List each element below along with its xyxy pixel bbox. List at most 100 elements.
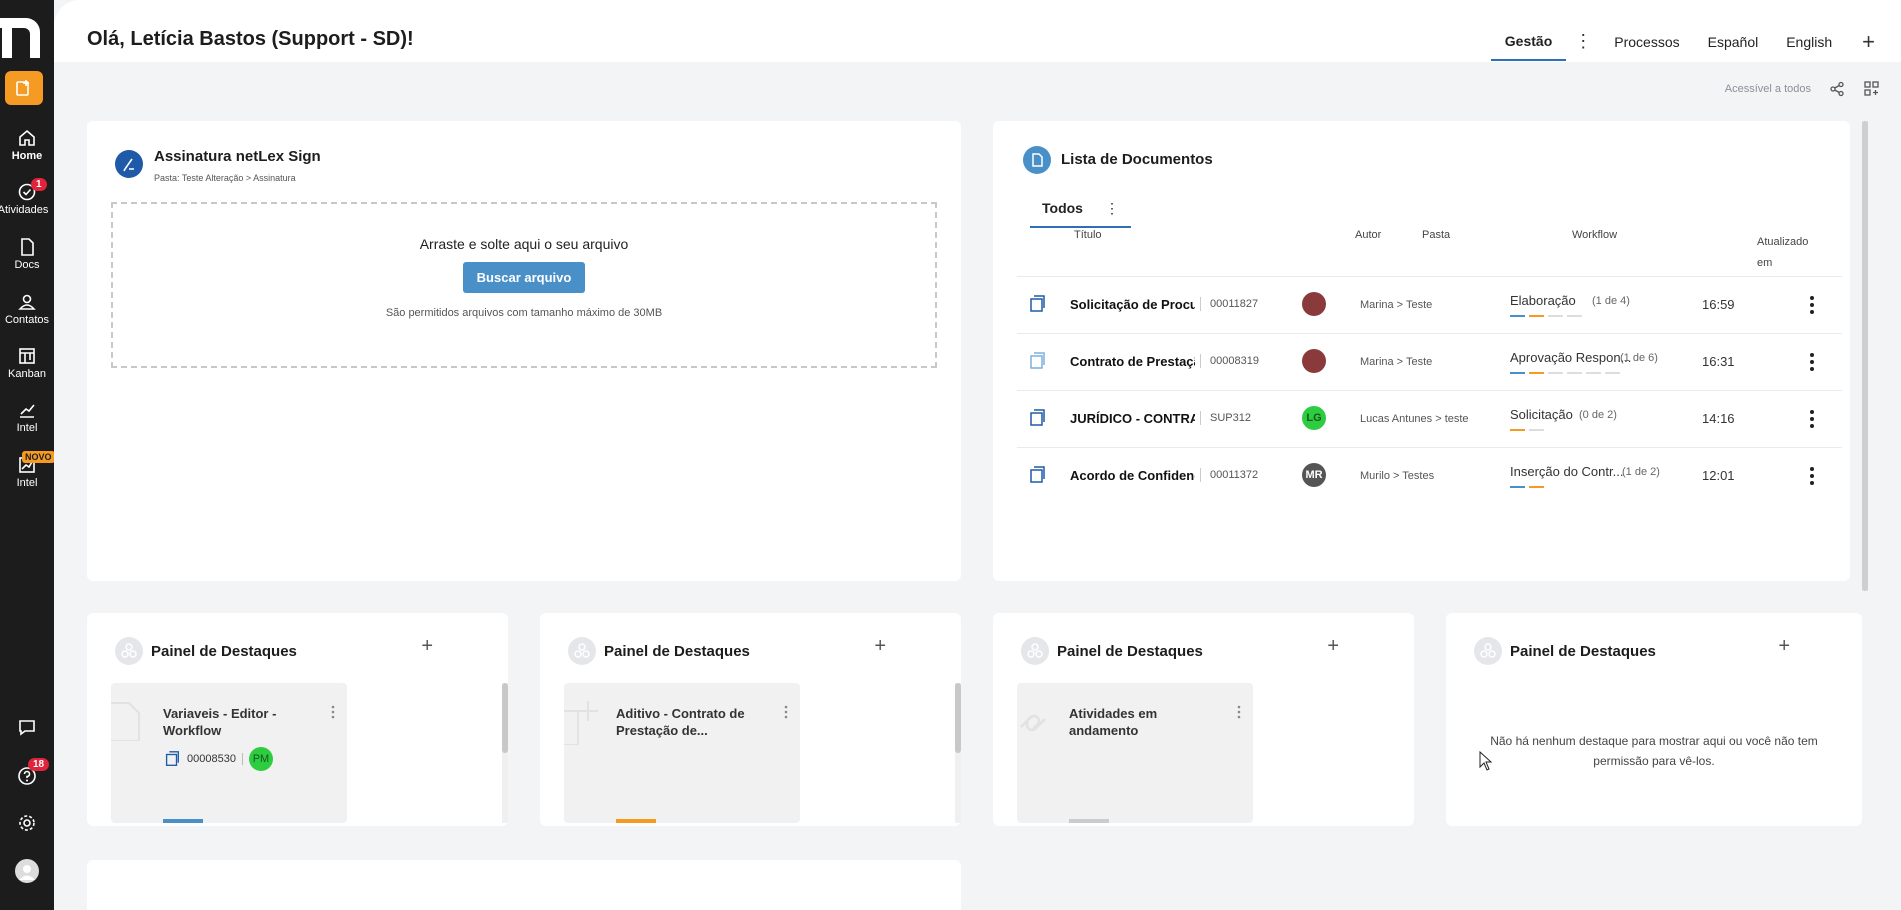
highlight-card[interactable]: Variaveis - Editor - Workflow 00008530 P… <box>111 683 347 823</box>
card-menu-icon[interactable] <box>784 705 788 719</box>
author-avatar[interactable]: PM <box>248 747 273 771</box>
chat-button[interactable] <box>0 717 54 737</box>
author-avatar[interactable] <box>1302 292 1326 316</box>
nav-kanban[interactable]: Kanban <box>0 346 54 396</box>
author-avatar[interactable] <box>1302 349 1326 373</box>
nav-docs[interactable]: Docs <box>0 237 54 287</box>
user-avatar-button[interactable] <box>0 859 54 883</box>
col-atualizado[interactable]: Atualizado em <box>1757 232 1817 274</box>
table-row[interactable]: Solicitação de Procuração 00011827 Marin… <box>1017 276 1842 333</box>
nav-contatos[interactable]: Contatos <box>0 292 54 342</box>
documents-card-icon-wrap <box>1023 146 1051 179</box>
row-menu-icon[interactable] <box>1809 465 1815 487</box>
tab-processos[interactable]: Processos <box>1600 23 1693 60</box>
nav-atividades[interactable]: Atividades 1 <box>0 178 54 232</box>
col-titulo[interactable]: Título <box>1074 229 1102 241</box>
separator <box>241 753 243 765</box>
nav-intel-new[interactable]: Intel NOVO <box>0 451 55 505</box>
doc-title[interactable]: JURÍDICO - CONTRATO <box>1070 411 1195 426</box>
nav-atividades-label: Atividades <box>0 204 49 216</box>
browse-file-button[interactable]: Buscar arquivo <box>462 262 586 293</box>
row-menu-icon[interactable] <box>1809 408 1815 430</box>
highlight-card[interactable]: Aditivo - Contrato de Prestação de... <box>564 683 800 823</box>
doc-title[interactable]: Contrato de Prestação <box>1070 354 1195 369</box>
file-dropzone[interactable]: Arraste e solte aqui o seu arquivo Busca… <box>111 202 937 368</box>
col-autor[interactable]: Autor <box>1355 229 1381 241</box>
status-stripe <box>1069 819 1109 823</box>
doc-type-icon <box>1030 352 1045 369</box>
col-workflow[interactable]: Workflow <box>1572 229 1617 241</box>
add-highlight-icon[interactable]: + <box>1327 635 1339 658</box>
tab-espanol[interactable]: Español <box>1694 23 1773 60</box>
doc-code: SUP312 <box>1210 412 1251 424</box>
author-avatar[interactable]: MR <box>1302 463 1326 487</box>
documents-card: Lista de Documentos Todos ⋮ Título Autor … <box>993 121 1850 581</box>
panel-scrollbar[interactable] <box>502 683 508 823</box>
doc-type-icon <box>1030 409 1045 426</box>
activities-badge: 1 <box>31 178 47 191</box>
panel-scrollbar[interactable] <box>955 683 961 823</box>
doc-type-icon <box>1030 466 1045 483</box>
row-menu-icon[interactable] <box>1809 294 1815 316</box>
tab-todos-label: Todos <box>1042 200 1083 216</box>
pen-icon <box>115 150 143 178</box>
add-tab-icon[interactable]: + <box>1846 29 1881 55</box>
dropzone-note: São permitidos arquivos com tamanho máxi… <box>385 307 663 319</box>
document-icon <box>21 238 34 256</box>
table-row[interactable]: JURÍDICO - CONTRATO SUP312 LG Lucas Antu… <box>1017 390 1842 447</box>
next-card <box>87 860 961 910</box>
doc-type-icon <box>1030 295 1045 312</box>
card-menu-icon[interactable] <box>331 705 335 719</box>
card-menu-icon[interactable] <box>1237 705 1241 719</box>
new-document-icon <box>16 80 29 96</box>
document-add-watermark-icon <box>564 701 598 745</box>
help-button[interactable]: 18 <box>0 758 54 787</box>
add-highlight-icon[interactable]: + <box>1778 635 1790 658</box>
doc-folder[interactable]: Marina > Teste <box>1360 299 1432 311</box>
add-widget-icon[interactable] <box>1863 80 1881 98</box>
highlights-icon <box>115 637 143 665</box>
nav-intel[interactable]: Intel <box>0 400 54 450</box>
highlight-panel-1: Painel de Destaques + Variaveis - Editor… <box>87 613 508 826</box>
doc-code: 00011372 <box>1210 469 1259 481</box>
doc-code: 00008319 <box>1210 355 1259 367</box>
nav-home[interactable]: Home <box>0 128 54 178</box>
separator <box>1200 297 1201 311</box>
workflow-progress <box>1510 429 1544 431</box>
workflow-step: Elaboração <box>1510 293 1576 308</box>
doc-folder[interactable]: Marina > Teste <box>1360 356 1432 368</box>
doc-time: 12:01 <box>1702 468 1735 483</box>
doc-folder[interactable]: Murilo > Testes <box>1360 470 1434 482</box>
nav-intel-label: Intel <box>16 422 38 434</box>
panel-title: Painel de Destaques <box>1510 642 1656 660</box>
separator <box>1200 411 1201 425</box>
new-document-button[interactable] <box>5 71 43 105</box>
table-row[interactable]: Contrato de Prestação 00008319 Marina > … <box>1017 333 1842 390</box>
tab-gestao[interactable]: Gestão <box>1490 22 1567 61</box>
top-bar: Olá, Letícia Bastos (Support - SD)! Gest… <box>54 0 1901 62</box>
doc-title[interactable]: Acordo de Confidencialidade <box>1070 468 1195 483</box>
settings-button[interactable] <box>0 813 54 833</box>
doc-folder[interactable]: Lucas Antunes > teste <box>1360 413 1469 425</box>
add-highlight-icon[interactable]: + <box>421 635 433 658</box>
doc-title[interactable]: Solicitação de Procuração <box>1070 297 1195 312</box>
share-icon[interactable] <box>1829 81 1845 97</box>
link-watermark-icon <box>1020 714 1046 732</box>
highlights-icon <box>568 637 596 665</box>
tab-todos-menu-icon[interactable]: ⋮ <box>1105 200 1119 216</box>
page-scrollbar[interactable] <box>1862 121 1868 591</box>
highlight-card-title: Aditivo - Contrato de Prestação de... <box>616 706 745 738</box>
netlex-logo[interactable] <box>0 14 54 58</box>
home-icon <box>19 129 35 146</box>
panel-title: Painel de Destaques <box>151 642 297 660</box>
highlight-card[interactable]: Atividades em andamento <box>1017 683 1253 823</box>
tab-todos[interactable]: Todos ⋮ <box>1030 191 1131 228</box>
tab-english[interactable]: English <box>1772 23 1846 60</box>
author-avatar[interactable]: LG <box>1302 406 1326 430</box>
table-row[interactable]: Acordo de Confidencialidade 00011372 MR … <box>1017 447 1842 504</box>
tab-menu-icon[interactable]: ⋮ <box>1566 31 1600 52</box>
row-menu-icon[interactable] <box>1809 351 1815 373</box>
col-pasta[interactable]: Pasta <box>1422 229 1450 241</box>
add-highlight-icon[interactable]: + <box>874 635 886 658</box>
documents-card-title: Lista de Documentos <box>1061 151 1213 168</box>
